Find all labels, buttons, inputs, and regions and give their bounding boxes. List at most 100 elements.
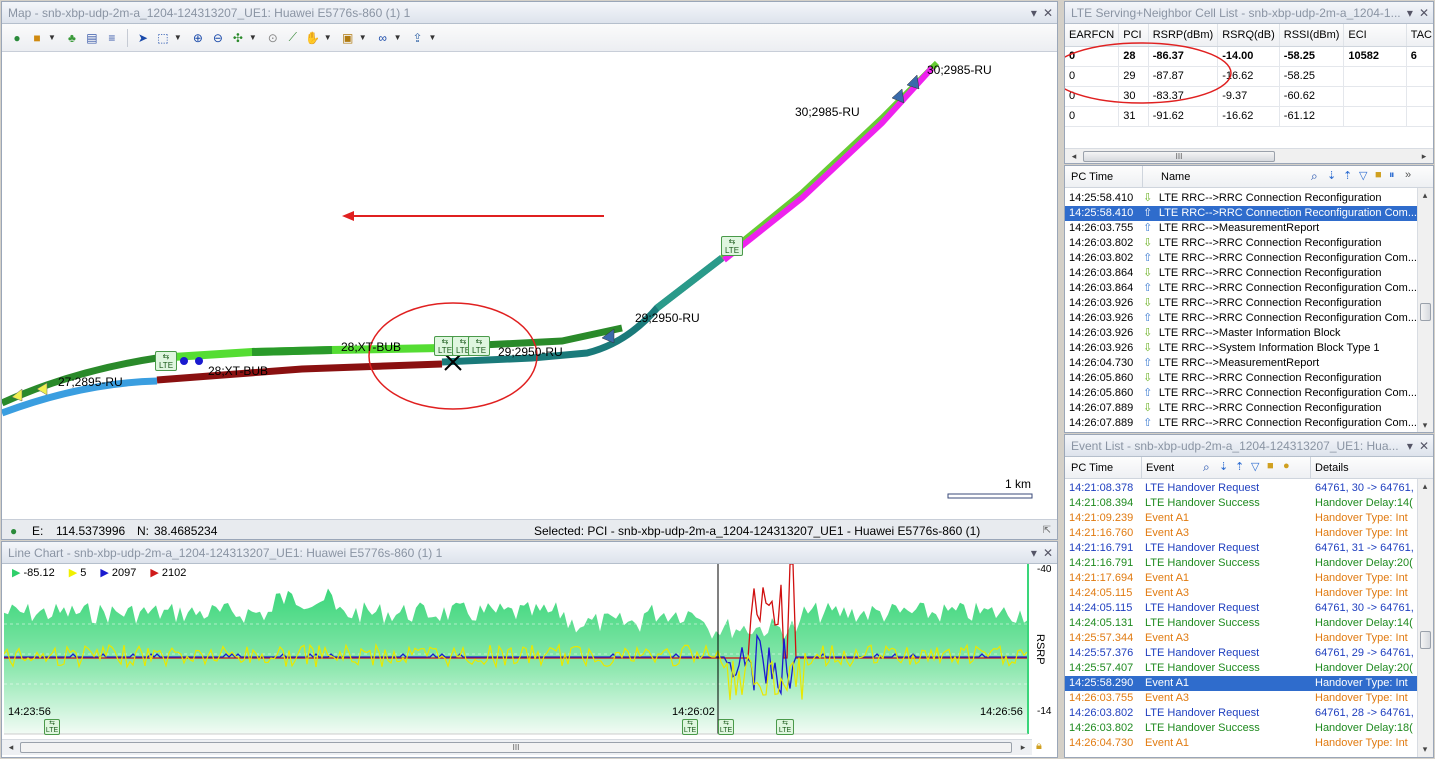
message-row[interactable]: 14:26:03.926 ⇩ LTE RRC-->RRC Connection Re… (1065, 296, 1417, 311)
event-row[interactable]: 14:21:09.239 Event A1 Handover Type: Int (1065, 511, 1417, 526)
event-row[interactable]: 14:24:05.131 LTE Handover Success Handover… (1065, 616, 1417, 631)
search-icon[interactable]: ⌕ (1203, 460, 1210, 475)
legend-item[interactable]: ▶ 2097 (100, 567, 136, 579)
message-row[interactable]: 14:26:04.730 ⇧ LTE RRC-->MeasurementReport (1065, 356, 1417, 371)
pin-icon[interactable]: ▾ (1407, 439, 1413, 453)
binoculars-icon[interactable]: ∞ (374, 29, 392, 47)
legend-item[interactable]: ▶ 2102 (150, 567, 186, 579)
cell-row[interactable]: 0 29 -87.87 -16.62 -58.25 (1065, 66, 1433, 87)
chevron-down-icon[interactable]: ▼ (359, 33, 367, 42)
cell-col-header[interactable]: EARFCN (1065, 24, 1120, 47)
scroll-down-icon[interactable]: ▾ (1418, 744, 1432, 755)
event-row[interactable]: 14:26:04.730 Event A1 Handover Type: Int (1065, 736, 1417, 751)
lte-event-marker[interactable]: ⇆ LTE (682, 719, 698, 735)
close-icon[interactable]: ✕ (1043, 6, 1053, 20)
cell-row[interactable]: 0 28 -86.37 -14.00 -58.25 10582 6 (1065, 46, 1433, 67)
message-row[interactable]: 14:26:03.755 ⇧ LTE RRC-->MeasurementReport (1065, 221, 1417, 236)
pause-icon[interactable]: ⏸ (1389, 169, 1395, 182)
lte-event-marker[interactable]: ⇆ LTE (44, 719, 60, 735)
chevron-down-icon[interactable]: ▼ (174, 33, 182, 42)
scroll-left-icon[interactable]: ◂ (4, 742, 18, 753)
pointer-icon[interactable]: ➤ (134, 29, 152, 47)
lte-event-marker[interactable]: ⇆ LTE (776, 719, 794, 735)
col-name[interactable]: Name (1161, 171, 1190, 183)
event-vscroll[interactable]: ▴ ▾ (1417, 479, 1433, 757)
lte-event-marker[interactable]: ⇆ LTE (468, 336, 490, 356)
scroll-thumb[interactable]: III (1083, 151, 1275, 162)
pin-icon[interactable]: ▾ (1407, 6, 1413, 20)
lock-icon[interactable]: 🔒︎ (1036, 740, 1042, 753)
event-row[interactable]: 14:25:57.376 LTE Handover Request 64761, 2… (1065, 646, 1417, 661)
scroll-thumb[interactable] (1420, 631, 1431, 649)
cell-col-header[interactable]: RSRP(dBm) (1148, 24, 1219, 47)
close-icon[interactable]: ✕ (1043, 546, 1053, 560)
message-row[interactable]: 14:26:05.860 ⇩ LTE RRC-->RRC Connection Re… (1065, 371, 1417, 386)
legend-item[interactable]: ▶ -85.12 (12, 567, 55, 579)
globe-icon[interactable]: ● (8, 29, 26, 47)
filter-icon[interactable]: ▽ (1359, 169, 1367, 182)
more-icon[interactable]: » (1405, 169, 1411, 181)
event-row[interactable]: 14:24:05.115 Event A3 Handover Type: Int (1065, 586, 1417, 601)
label-icon[interactable]: ▣ (339, 29, 357, 47)
chevron-down-icon[interactable]: ▼ (394, 33, 402, 42)
cell-col-header[interactable]: RSSI(dBm) (1279, 24, 1345, 47)
legend-item[interactable]: ▶ 5 (69, 567, 87, 579)
chevron-down-icon[interactable]: ▼ (324, 33, 332, 42)
message-row[interactable]: 14:26:07.889 ⇩ LTE RRC-->RRC Connection Re… (1065, 401, 1417, 416)
pin-icon[interactable]: ▾ (1031, 6, 1037, 20)
event-row[interactable]: 14:25:58.290 Event A1 Handover Type: Int (1065, 676, 1417, 691)
close-icon[interactable]: ✕ (1419, 6, 1429, 20)
chevron-down-icon[interactable]: ▼ (249, 33, 257, 42)
event-row[interactable]: 14:25:57.344 Event A3 Handover Type: Int (1065, 631, 1417, 646)
event-row[interactable]: 14:21:16.791 LTE Handover Request 64761, 3… (1065, 541, 1417, 556)
message-row[interactable]: 14:26:03.864 ⇩ LTE RRC-->RRC Connection Re… (1065, 266, 1417, 281)
event-row[interactable]: 14:26:03.802 LTE Handover Request 64761, 2… (1065, 706, 1417, 721)
message-row[interactable]: 14:26:03.864 ⇧ LTE RRC-->RRC Connection Re… (1065, 281, 1417, 296)
cluster-icon[interactable]: ♣ (63, 29, 81, 47)
message-row[interactable]: 14:26:03.802 ⇩ LTE RRC-->RRC Connection Re… (1065, 236, 1417, 251)
chevron-down-icon[interactable]: ▼ (48, 33, 56, 42)
export-icon[interactable]: ⇪ (409, 29, 427, 47)
arrow-down-icon[interactable]: ⇣ (1219, 460, 1228, 473)
scroll-thumb[interactable]: III (20, 742, 1012, 753)
event-row[interactable]: 14:25:57.407 LTE Handover Success Handover… (1065, 661, 1417, 676)
scroll-right-icon[interactable]: ▸ (1016, 742, 1030, 753)
cell-col-header[interactable]: RSRQ(dB) (1217, 24, 1280, 47)
event-row[interactable]: 14:26:03.802 LTE Handover Success Handover… (1065, 721, 1417, 736)
message-row[interactable]: 14:25:58.410 ⇧ LTE RRC-->RRC Connection Re… (1065, 206, 1417, 221)
event-row[interactable]: 14:21:17.694 Event A1 Handover Type: Int (1065, 571, 1417, 586)
lte-event-marker[interactable]: ⇆ LTE (155, 351, 177, 371)
arrow-down-icon[interactable]: ⇣ (1327, 169, 1336, 182)
filter-icon[interactable]: ▽ (1251, 460, 1259, 473)
warning-icon[interactable]: ● (1283, 460, 1290, 472)
layers-icon[interactable]: ■ (28, 29, 46, 47)
map-canvas[interactable]: 30;2985-RU 30;2985-RU 29;2950-RU 28;XT-B… (2, 53, 1057, 519)
event-row[interactable]: 14:21:16.760 Event A3 Handover Type: Int (1065, 526, 1417, 541)
resize-grip-icon[interactable]: ⇱ (1043, 520, 1051, 539)
lte-event-marker[interactable]: ⇆ LTE (718, 719, 734, 735)
close-icon[interactable]: ✕ (1419, 439, 1429, 453)
event-row[interactable]: 14:24:05.115 LTE Handover Request 64761, 3… (1065, 601, 1417, 616)
cell-list-hscroll[interactable]: ◂ III ▸ (1065, 148, 1433, 163)
chart-area[interactable]: -40 RSRP -14 14:23:56 14:26:02 14:26:56 … (4, 564, 1056, 756)
lte-event-marker[interactable]: ⇆ LTE (721, 236, 743, 256)
search-icon[interactable]: ⌕ (1311, 169, 1318, 184)
message-row[interactable]: 14:26:05.860 ⇧ LTE RRC-->RRC Connection Re… (1065, 386, 1417, 401)
arrow-up-icon[interactable]: ⇡ (1235, 460, 1244, 473)
col-pc-time[interactable]: PC Time (1071, 171, 1113, 183)
target-icon[interactable]: ⊙ (264, 29, 282, 47)
database-icon[interactable]: ≡ (103, 29, 121, 47)
col-event[interactable]: Event (1146, 462, 1174, 474)
pin-icon[interactable]: ▾ (1031, 546, 1037, 560)
ruler-icon[interactable]: ⟋ (284, 29, 302, 47)
message-row[interactable]: 14:26:03.802 ⇧ LTE RRC-->RRC Connection Re… (1065, 251, 1417, 266)
message-row[interactable]: 14:26:07.889 ⇧ LTE RRC-->RRC Connection Re… (1065, 416, 1417, 431)
message-row[interactable]: 14:25:58.410 ⇩ LTE RRC-->RRC Connection Re… (1065, 191, 1417, 206)
pan-icon[interactable]: ✋ (304, 29, 322, 47)
arrow-up-icon[interactable]: ⇡ (1343, 169, 1352, 182)
lock-icon[interactable]: ■ (1375, 169, 1382, 181)
cell-col-header[interactable]: TAC (1406, 24, 1433, 47)
event-row[interactable]: 14:21:08.378 LTE Handover Request 64761, 3… (1065, 481, 1417, 496)
zoom-in-icon[interactable]: ⊕ (189, 29, 207, 47)
scroll-left-icon[interactable]: ◂ (1067, 151, 1081, 162)
